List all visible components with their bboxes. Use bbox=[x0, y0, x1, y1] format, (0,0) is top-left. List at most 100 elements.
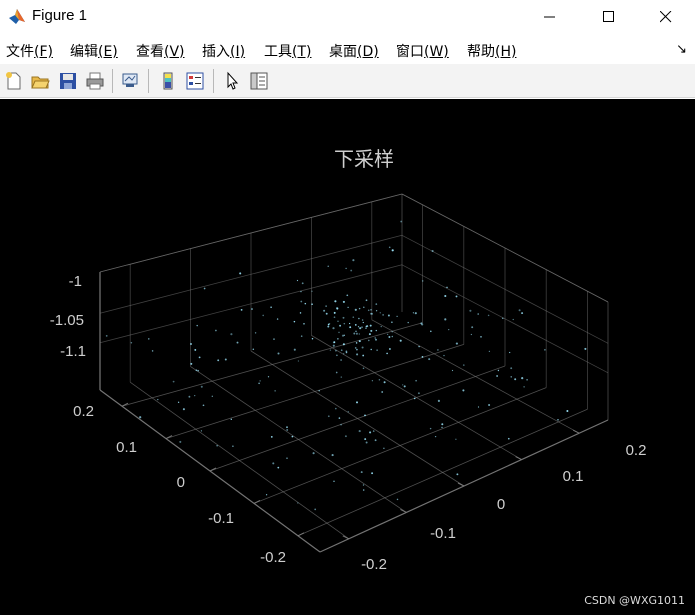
y-tick-label: -0.2 bbox=[260, 549, 286, 566]
data-point bbox=[202, 404, 205, 407]
data-point bbox=[217, 359, 220, 362]
data-point bbox=[507, 437, 510, 440]
colorbar-button[interactable] bbox=[156, 69, 180, 93]
data-point bbox=[347, 411, 349, 413]
data-point bbox=[566, 409, 569, 413]
data-point bbox=[352, 316, 355, 318]
data-point bbox=[356, 353, 359, 356]
data-point bbox=[431, 249, 434, 253]
data-point bbox=[251, 308, 253, 310]
link-plot-button[interactable] bbox=[118, 69, 142, 93]
data-point bbox=[151, 350, 154, 352]
data-point bbox=[311, 290, 313, 292]
data-point bbox=[375, 310, 378, 312]
data-point bbox=[396, 498, 399, 501]
data-point bbox=[323, 309, 326, 312]
colorbar-icon bbox=[163, 72, 173, 90]
data-point bbox=[451, 369, 454, 372]
data-point bbox=[270, 306, 272, 308]
data-point bbox=[347, 306, 349, 309]
data-point bbox=[544, 349, 546, 351]
window-title: Figure 1 bbox=[32, 7, 88, 24]
data-point bbox=[362, 321, 364, 324]
menu-file[interactable]: 文件(F) bbox=[6, 41, 53, 61]
data-point bbox=[297, 502, 299, 504]
data-point bbox=[391, 335, 394, 338]
data-point bbox=[357, 326, 360, 328]
data-point bbox=[360, 471, 363, 474]
data-point bbox=[437, 399, 440, 402]
print-button[interactable] bbox=[83, 69, 107, 93]
data-point bbox=[403, 385, 406, 388]
open-file-button[interactable] bbox=[28, 69, 52, 93]
scatter3-axes[interactable]: 下采样 -1 -1.05 -1.1 0.2 0.1 0 -0.1 -0.2 -0… bbox=[0, 99, 695, 615]
menu-tools[interactable]: 工具(T) bbox=[264, 41, 311, 61]
close-button[interactable] bbox=[637, 0, 695, 34]
data-point bbox=[361, 326, 363, 328]
data-point bbox=[380, 325, 382, 328]
property-inspector-button[interactable] bbox=[247, 69, 271, 93]
data-point bbox=[299, 312, 302, 314]
data-point bbox=[418, 345, 420, 348]
menu-view[interactable]: 查看(V) bbox=[136, 41, 185, 61]
menu-desktop[interactable]: 桌面(D) bbox=[329, 41, 379, 61]
data-point bbox=[444, 318, 447, 321]
data-point bbox=[354, 347, 357, 349]
data-point bbox=[200, 430, 203, 432]
data-point bbox=[333, 311, 336, 314]
data-point bbox=[325, 312, 328, 315]
pointer-button[interactable] bbox=[220, 69, 244, 93]
data-point bbox=[518, 309, 521, 312]
data-point bbox=[356, 348, 358, 351]
x-tick-mark bbox=[400, 508, 407, 513]
menu-window[interactable]: 窗口(W) bbox=[396, 41, 449, 61]
new-figure-button[interactable] bbox=[2, 69, 26, 93]
data-point bbox=[194, 394, 196, 397]
legend-button[interactable] bbox=[183, 69, 207, 93]
menu-edit[interactable]: 编辑(E) bbox=[70, 41, 118, 61]
data-point bbox=[188, 395, 191, 398]
minimize-button[interactable] bbox=[521, 0, 579, 34]
data-point bbox=[369, 324, 372, 327]
data-point bbox=[267, 376, 270, 378]
data-point bbox=[557, 419, 559, 421]
data-point bbox=[105, 334, 108, 337]
data-point bbox=[339, 324, 342, 327]
menu-help[interactable]: 帮助(H) bbox=[467, 41, 516, 61]
data-point bbox=[375, 329, 378, 332]
data-point bbox=[139, 416, 142, 419]
data-point bbox=[291, 435, 294, 438]
data-point bbox=[303, 322, 305, 325]
figure-canvas[interactable]: 下采样 -1 -1.05 -1.1 0.2 0.1 0 -0.1 -0.2 -0… bbox=[0, 99, 695, 615]
data-point bbox=[382, 314, 384, 316]
data-point bbox=[333, 316, 336, 319]
data-point bbox=[370, 348, 372, 351]
data-point bbox=[371, 380, 374, 382]
dock-arrow-icon[interactable]: ↘ bbox=[676, 42, 687, 57]
data-point bbox=[304, 302, 307, 305]
data-point bbox=[437, 349, 439, 351]
data-point bbox=[375, 303, 378, 305]
floor-grid-line bbox=[253, 387, 547, 504]
data-point bbox=[363, 306, 365, 308]
maximize-button[interactable] bbox=[580, 0, 638, 34]
data-point bbox=[374, 337, 376, 339]
menu-bar: 文件(F) 编辑(E) 查看(V) 插入(I) 工具(T) 桌面(D) 窗口(W… bbox=[0, 36, 695, 63]
data-point bbox=[352, 259, 355, 262]
menu-insert[interactable]: 插入(I) bbox=[202, 41, 245, 61]
data-point bbox=[381, 391, 384, 393]
data-point bbox=[370, 308, 372, 311]
save-button[interactable] bbox=[56, 69, 80, 93]
y-tick-label: 0.1 bbox=[116, 439, 137, 456]
data-point bbox=[455, 342, 458, 345]
toolbar-separator bbox=[112, 69, 113, 93]
data-point bbox=[368, 333, 371, 336]
data-point bbox=[364, 438, 367, 441]
data-point bbox=[195, 369, 198, 372]
data-point bbox=[402, 384, 404, 386]
data-point bbox=[240, 309, 243, 311]
data-point bbox=[325, 305, 327, 307]
data-point bbox=[365, 299, 368, 302]
data-point bbox=[327, 415, 330, 418]
x-tick-label: 0.2 bbox=[626, 442, 647, 459]
